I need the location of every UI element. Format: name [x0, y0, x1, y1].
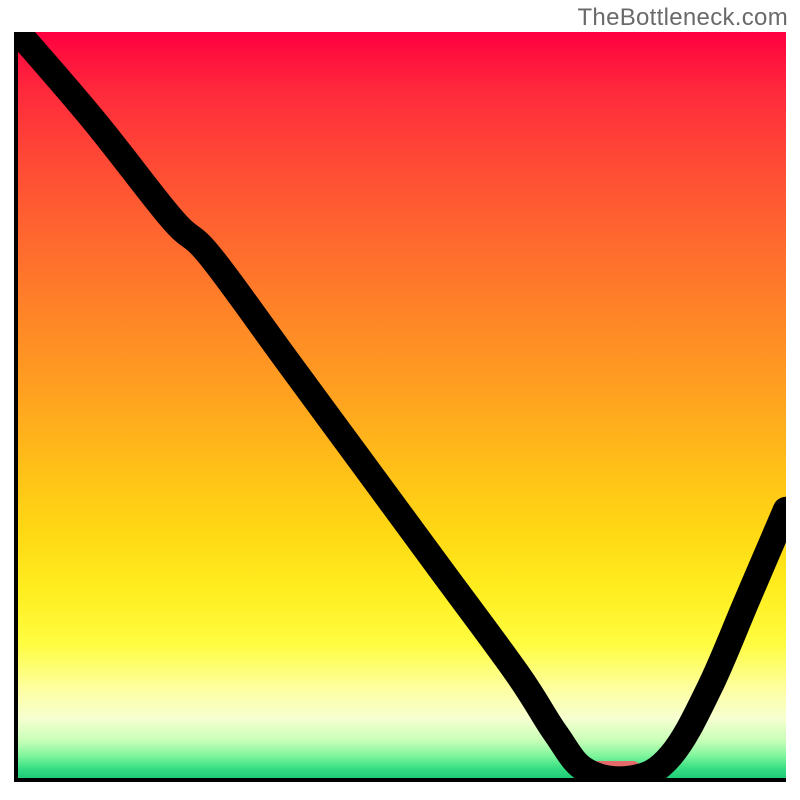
curve-path — [18, 32, 786, 778]
plot-area — [14, 32, 786, 782]
watermark-text: TheBottleneck.com — [577, 4, 788, 32]
bottleneck-curve — [18, 32, 786, 778]
